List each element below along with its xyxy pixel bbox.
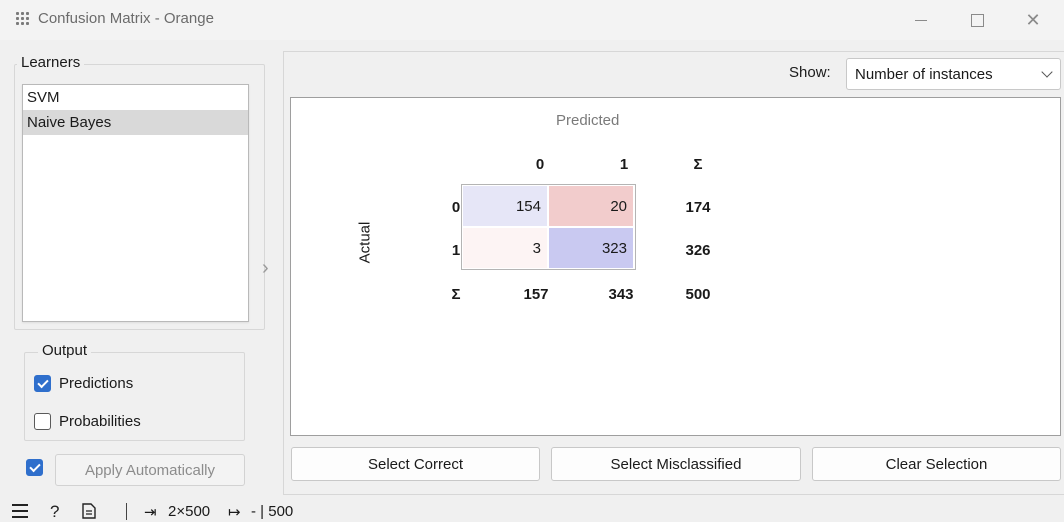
input-summary: 2×500 <box>168 503 211 520</box>
status-separator <box>126 503 127 520</box>
minimize-icon <box>915 19 927 21</box>
maximize-icon <box>970 13 984 27</box>
matrix-cell-0-1[interactable]: 20 <box>549 186 633 226</box>
predictions-label: Predictions <box>59 375 134 392</box>
row-header-sum: Σ <box>451 286 461 303</box>
col-header-sum: Σ <box>693 156 703 173</box>
predictions-option[interactable]: Predictions <box>34 375 133 392</box>
matrix-cell-0-0[interactable]: 154 <box>463 186 547 226</box>
output-title: Output <box>38 342 92 359</box>
show-select-value: Number of instances <box>855 65 993 83</box>
show-label: Show: <box>789 64 831 81</box>
title-bar: Confusion Matrix - Orange ✕ <box>0 0 1064 40</box>
apply-automatically-checkbox[interactable] <box>26 459 43 476</box>
learner-item-naive-bayes[interactable]: Naive Bayes <box>23 110 248 135</box>
maximize-button[interactable] <box>954 0 1000 40</box>
minimize-button[interactable] <box>898 0 944 40</box>
learner-item-svm[interactable]: SVM <box>23 85 248 110</box>
col-header-0: 0 <box>535 156 545 173</box>
input-icon[interactable]: ⇥ <box>144 503 157 521</box>
report-icon[interactable] <box>82 503 96 522</box>
orange-grid-icon <box>16 12 32 28</box>
close-icon: ✕ <box>1025 9 1041 30</box>
chevron-down-icon <box>1041 66 1053 78</box>
clear-selection-button[interactable]: Clear Selection <box>812 447 1061 481</box>
row-total-0: 174 <box>685 199 711 216</box>
window-title: Confusion Matrix - Orange <box>38 10 214 27</box>
output-icon[interactable]: ↦ <box>228 503 241 521</box>
show-select[interactable]: Number of instances <box>846 58 1061 90</box>
predicted-axis-label: Predicted <box>556 112 620 129</box>
col-total-0: 157 <box>523 286 549 303</box>
actual-axis-label: Actual <box>356 221 374 264</box>
apply-automatically-button[interactable]: Apply Automatically <box>55 454 245 486</box>
col-header-1: 1 <box>619 156 629 173</box>
matrix-cell-1-0[interactable]: 3 <box>463 228 547 268</box>
select-misclassified-button[interactable]: Select Misclassified <box>551 447 801 481</box>
probabilities-option[interactable]: Probabilities <box>34 413 141 430</box>
learners-list[interactable]: SVM Naive Bayes <box>22 84 249 322</box>
chevron-right-icon[interactable]: › <box>262 258 276 278</box>
hamburger-icon[interactable] <box>12 504 28 518</box>
select-correct-button[interactable]: Select Correct <box>291 447 540 481</box>
probabilities-label: Probabilities <box>59 413 141 430</box>
probabilities-checkbox[interactable] <box>34 413 51 430</box>
confusion-matrix-view <box>290 97 1061 436</box>
help-icon[interactable]: ? <box>50 502 59 522</box>
close-button[interactable]: ✕ <box>1010 0 1056 40</box>
learners-title: Learners <box>17 54 85 71</box>
grand-total: 500 <box>685 286 711 303</box>
col-total-1: 343 <box>608 286 634 303</box>
predictions-checkbox[interactable] <box>34 375 51 392</box>
row-total-1: 326 <box>685 242 711 259</box>
matrix-cell-1-1[interactable]: 323 <box>549 228 633 268</box>
output-summary: - | 500 <box>251 503 294 520</box>
